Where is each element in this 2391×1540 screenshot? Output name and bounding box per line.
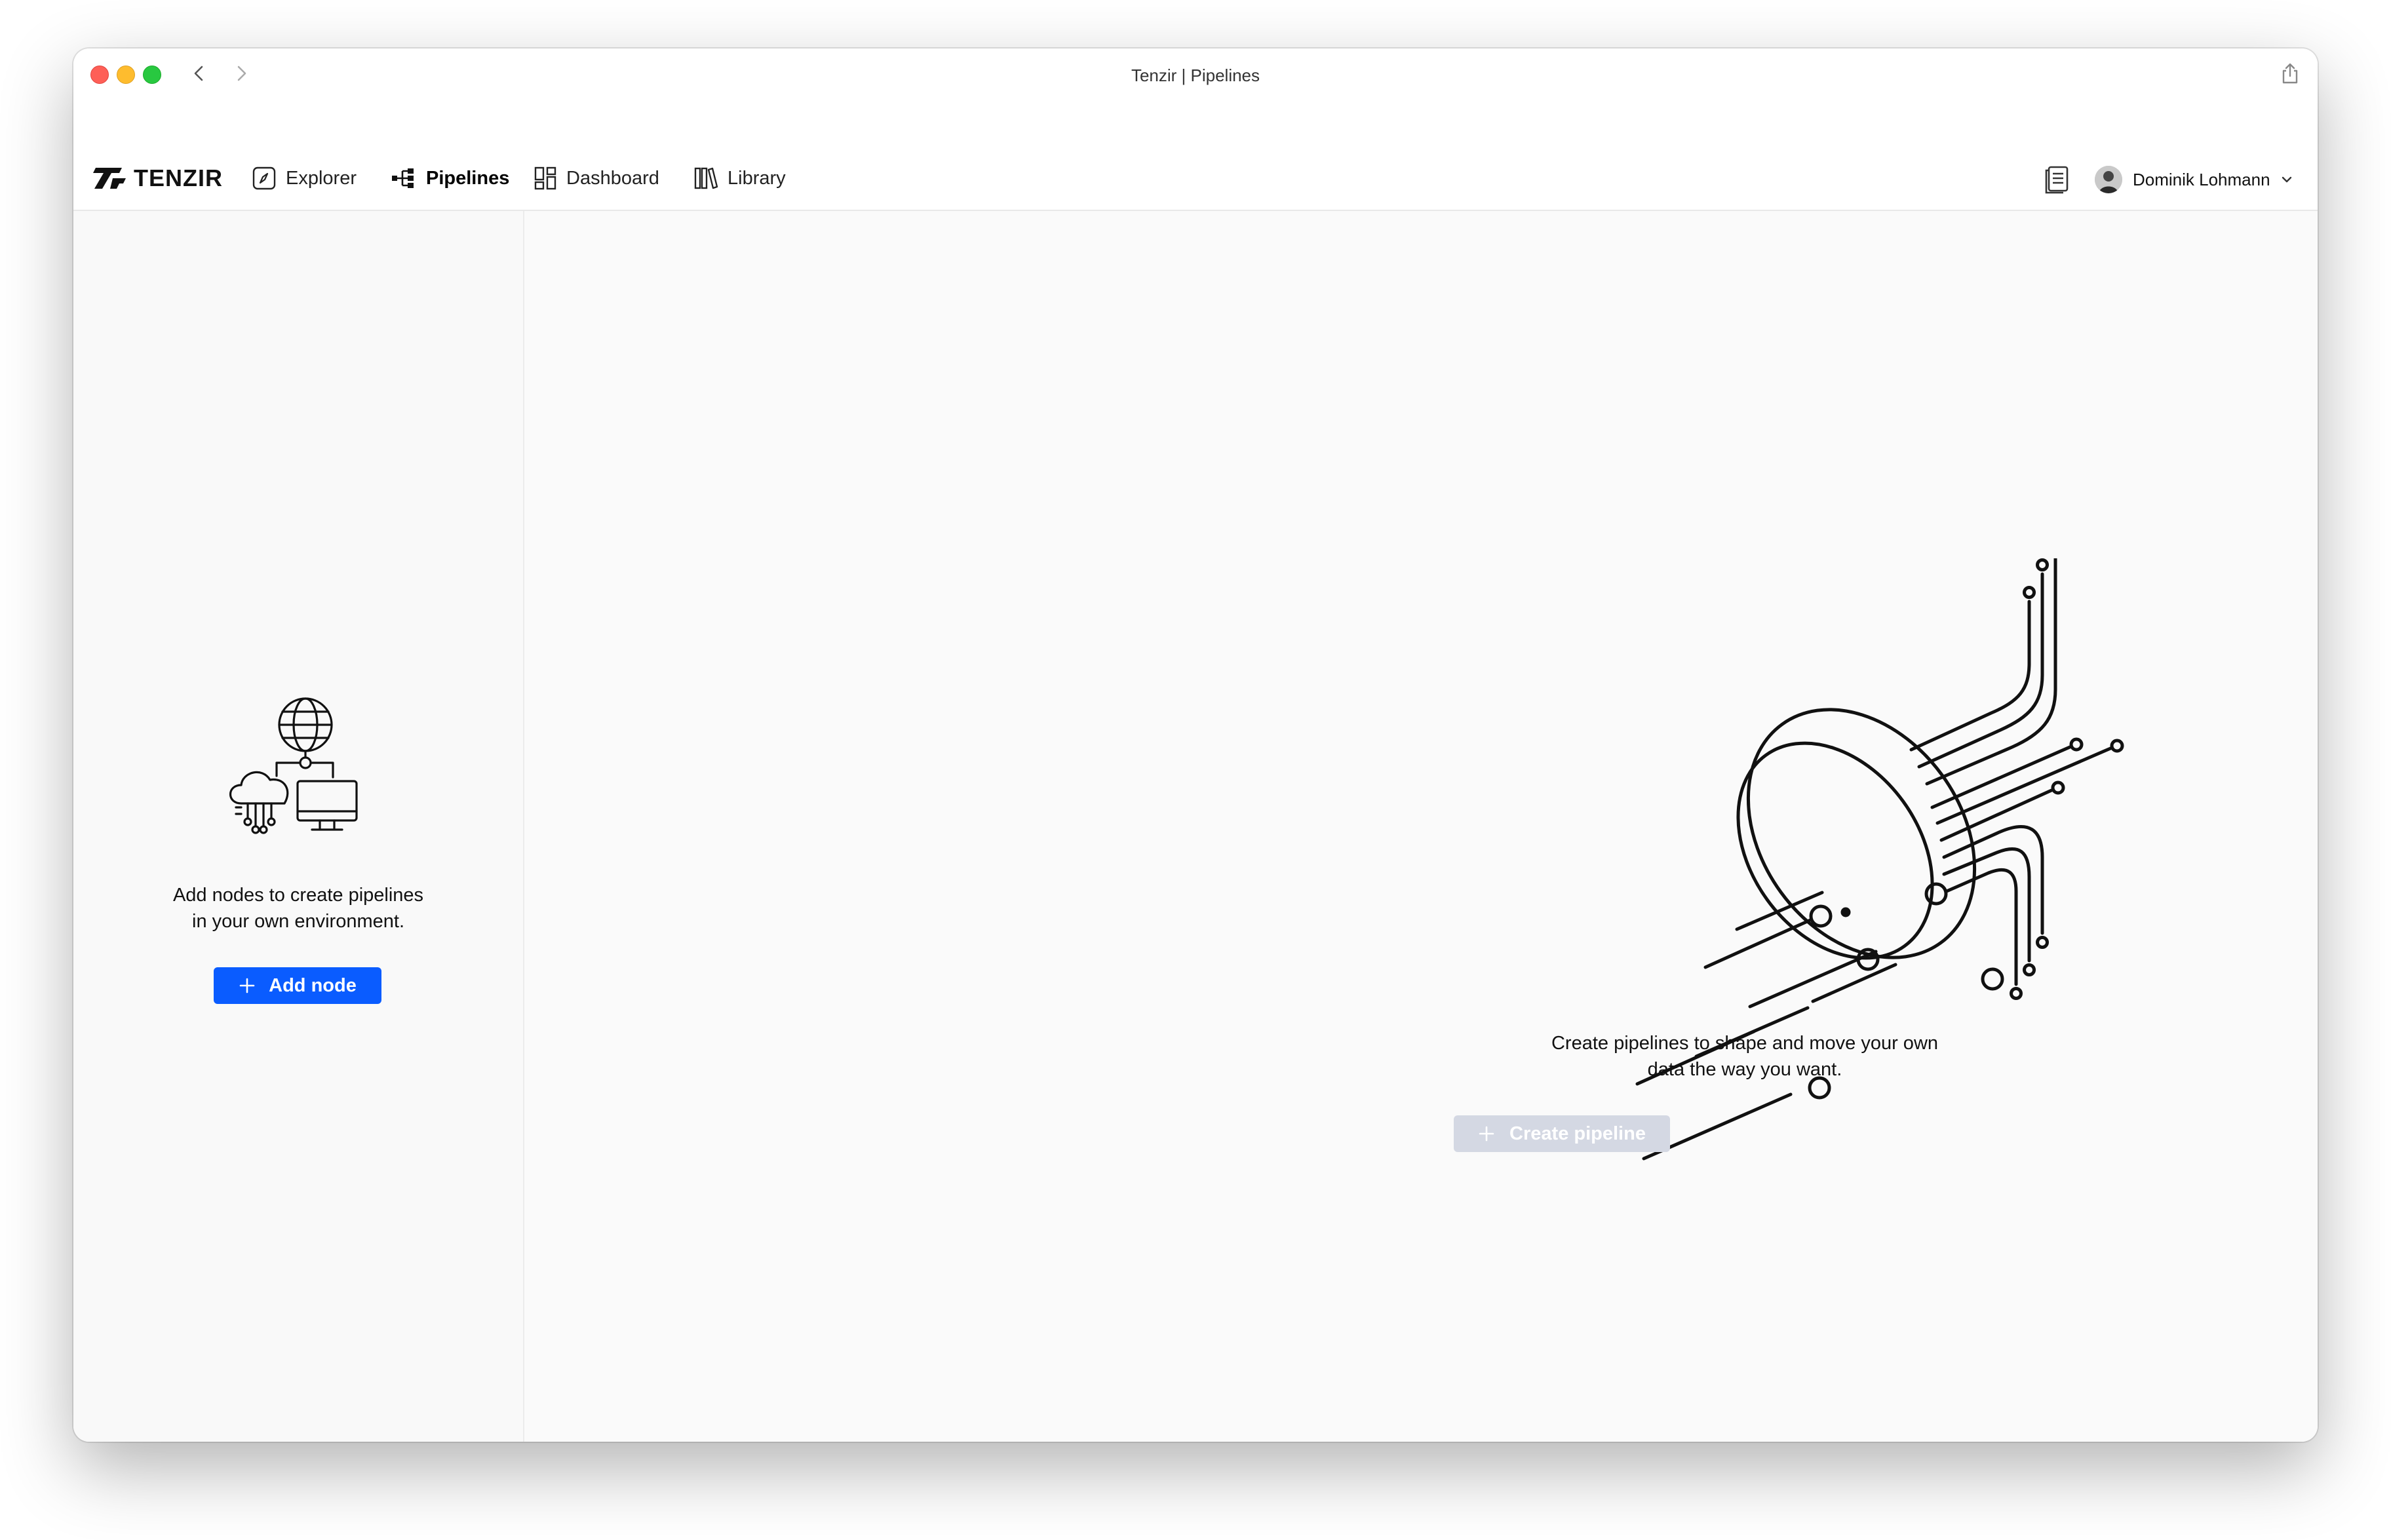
title-bar: Tenzir | Pipelines bbox=[73, 48, 2318, 101]
avatar bbox=[2095, 166, 2122, 193]
pipelines-main: Create pipelines to shape and move your … bbox=[524, 211, 2318, 1442]
tenzir-mark-icon bbox=[93, 168, 126, 189]
library-icon bbox=[694, 167, 718, 189]
nav-explorer[interactable]: Explorer bbox=[252, 159, 357, 198]
pipelines-empty-line2: data the way you want. bbox=[1647, 1059, 1842, 1080]
plus-icon bbox=[239, 978, 255, 993]
chevron-down-icon bbox=[2282, 176, 2291, 183]
user-menu[interactable]: Dominik Lohmann bbox=[2095, 161, 2294, 198]
pipelines-empty-message: Create pipelines to shape and move your … bbox=[1450, 1030, 2040, 1083]
tenzir-logo[interactable]: TENZIR bbox=[93, 164, 223, 193]
sidebar-empty-line2: in your own environment. bbox=[192, 911, 404, 932]
user-name: Dominik Lohmann bbox=[2133, 169, 2270, 189]
pipelines-icon bbox=[392, 168, 414, 188]
create-pipeline-button[interactable]: Create pipeline bbox=[1454, 1115, 1670, 1152]
nav-pipelines-label: Pipelines bbox=[426, 167, 510, 189]
nav-dashboard[interactable]: Dashboard bbox=[534, 159, 659, 198]
app-window: Tenzir | Pipelines TENZIR Explorer Pipel… bbox=[73, 48, 2318, 1442]
nav-library-label: Library bbox=[728, 167, 786, 189]
brand-name: TENZIR bbox=[134, 164, 223, 191]
compass-icon bbox=[252, 166, 276, 190]
dashboard-icon bbox=[534, 166, 556, 190]
pipelines-empty-line1: Create pipelines to shape and move your … bbox=[1551, 1033, 1939, 1054]
nodes-illustration bbox=[229, 697, 358, 834]
add-node-label: Add node bbox=[269, 974, 357, 996]
content-area: Add nodes to create pipelines in your ow… bbox=[73, 211, 2318, 1442]
nav-explorer-label: Explorer bbox=[286, 167, 357, 189]
documentation-icon[interactable] bbox=[2044, 165, 2070, 194]
add-node-button[interactable]: Add node bbox=[214, 967, 381, 1004]
nav-dashboard-label: Dashboard bbox=[566, 167, 659, 189]
plus-icon bbox=[1479, 1126, 1494, 1142]
window-title: Tenzir | Pipelines bbox=[1131, 66, 1260, 85]
nav-library[interactable]: Library bbox=[693, 159, 786, 198]
top-navigation: TENZIR Explorer Pipelines Dashboard Libr… bbox=[73, 101, 2318, 211]
sidebar-empty-line1: Add nodes to create pipelines bbox=[172, 885, 424, 906]
sidebar-empty-message: Add nodes to create pipelines in your ow… bbox=[73, 882, 523, 934]
nodes-sidebar: Add nodes to create pipelines in your ow… bbox=[73, 211, 524, 1442]
nav-pipelines[interactable]: Pipelines bbox=[391, 159, 509, 198]
user-photo-icon bbox=[2095, 166, 2122, 193]
create-pipeline-label: Create pipeline bbox=[1509, 1123, 1646, 1144]
share-icon[interactable] bbox=[2278, 62, 2302, 85]
